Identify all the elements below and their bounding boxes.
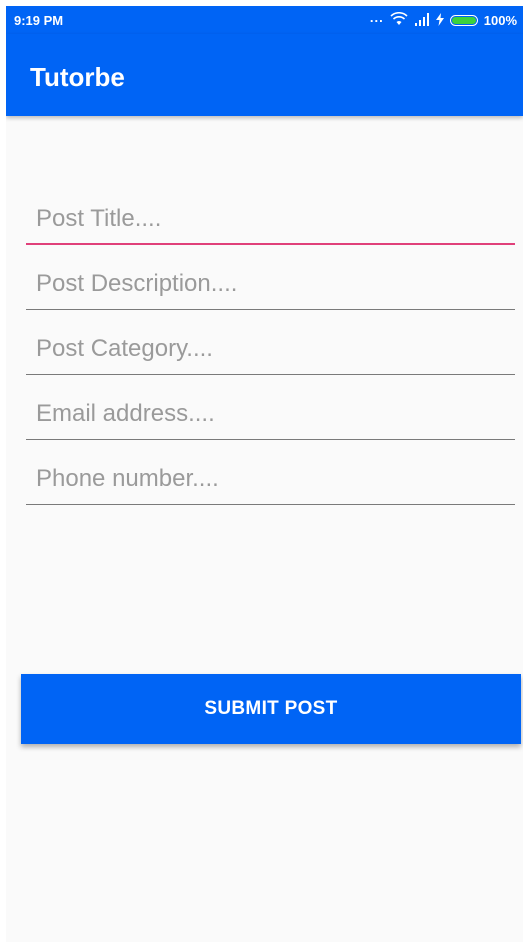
battery-icon <box>449 15 478 26</box>
phone-number-underline <box>26 503 515 505</box>
phone-number-input[interactable] <box>26 459 515 499</box>
status-time: 9:19 PM <box>14 13 64 28</box>
status-icons: ... 100% <box>369 10 517 29</box>
battery-percent: 100% <box>483 13 517 28</box>
post-title-input[interactable] <box>26 199 515 239</box>
status-bar: 9:19 PM ... 100% <box>6 6 523 34</box>
post-category-input[interactable] <box>26 329 515 369</box>
submit-post-button[interactable]: SUBMIT POST <box>21 674 521 744</box>
email-address-field[interactable] <box>26 394 515 440</box>
app-bar: Tutorbe <box>6 34 523 116</box>
signal-icon <box>414 12 430 29</box>
more-dots: ... <box>369 10 384 25</box>
post-description-field[interactable] <box>26 264 515 310</box>
post-title-underline <box>26 242 515 245</box>
charging-icon <box>435 12 444 29</box>
post-category-underline <box>26 373 515 375</box>
post-description-underline <box>26 308 515 310</box>
app-screen: 9:19 PM ... 100% Tutorbe Post Title.... … <box>6 6 523 942</box>
email-address-input[interactable] <box>26 394 515 434</box>
phone-number-field[interactable] <box>26 459 515 505</box>
wifi-icon <box>390 12 408 29</box>
post-title-field[interactable] <box>26 199 515 245</box>
post-category-field[interactable] <box>26 329 515 375</box>
app-title: Tutorbe <box>30 62 125 92</box>
post-description-input[interactable] <box>26 264 515 304</box>
email-address-underline <box>26 438 515 440</box>
